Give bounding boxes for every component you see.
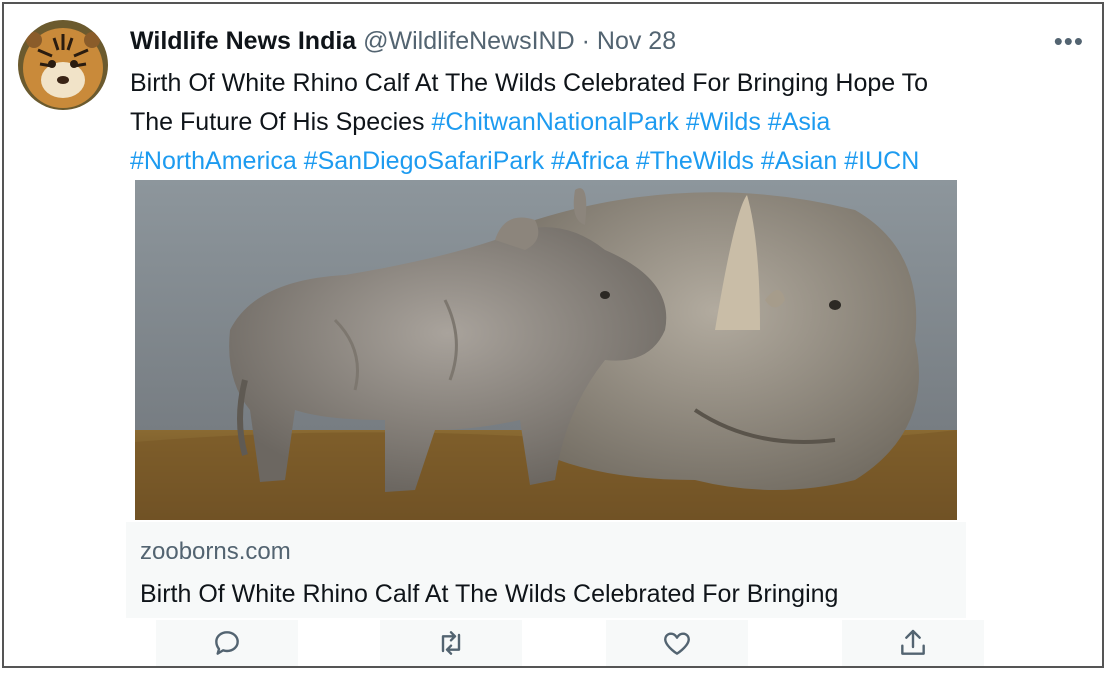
hashtag-link[interactable]: #Africa (551, 147, 629, 175)
tweet-date[interactable]: Nov 28 (597, 27, 676, 55)
hashtag-link[interactable]: #TheWilds (636, 147, 754, 175)
tiger-avatar-image (18, 20, 108, 110)
hashtag-link[interactable]: #SanDiegoSafariPark (304, 147, 544, 175)
retweet-button[interactable] (380, 620, 522, 666)
reply-button[interactable] (156, 620, 298, 666)
link-card-image[interactable] (135, 180, 957, 520)
tweet-text-line-3: #NorthAmerica #SanDiegoSafariPark #Afric… (130, 142, 1090, 181)
hashtag-link[interactable]: #ChitwanNationalPark (432, 108, 679, 136)
hashtag-link[interactable]: #IUCN (844, 147, 919, 175)
tweet-actions (4, 618, 1102, 666)
retweet-icon (441, 631, 461, 655)
hashtag-link[interactable]: #Asia (768, 108, 831, 136)
hashtag-link[interactable]: #Wilds (686, 108, 761, 136)
tweet-text-plain: The Future Of His Species (130, 108, 432, 136)
hashtag-link[interactable]: #Asian (761, 147, 837, 175)
tweet-text-line-1: Birth Of White Rhino Calf At The Wilds C… (130, 69, 929, 97)
tweet-text: Birth Of White Rhino Calf At The Wilds C… (130, 64, 1090, 181)
reply-icon (215, 631, 239, 655)
like-button[interactable] (606, 620, 748, 666)
more-options-icon[interactable]: ••• (1054, 24, 1084, 58)
share-icon (901, 629, 925, 655)
link-title: Birth Of White Rhino Calf At The Wilds C… (140, 580, 839, 608)
author-handle[interactable]: @WildlifeNewsIND (363, 27, 575, 55)
hashtag-link[interactable]: #NorthAmerica (130, 147, 297, 175)
link-domain: zooborns.com (140, 538, 291, 565)
like-icon (664, 632, 690, 655)
tweet-card[interactable]: Wildlife News India @WildlifeNewsIND · N… (2, 2, 1104, 668)
share-button[interactable] (842, 620, 984, 666)
link-card-info[interactable]: zooborns.com Birth Of White Rhino Calf A… (126, 522, 966, 618)
separator: · (581, 27, 590, 55)
rhino-photo-image (135, 180, 957, 520)
author-name[interactable]: Wildlife News India (130, 27, 356, 55)
avatar[interactable] (18, 20, 108, 110)
tweet-header: Wildlife News India @WildlifeNewsIND · N… (130, 24, 676, 58)
tweet-text-line-2: The Future Of His Species #ChitwanNation… (130, 103, 1090, 142)
